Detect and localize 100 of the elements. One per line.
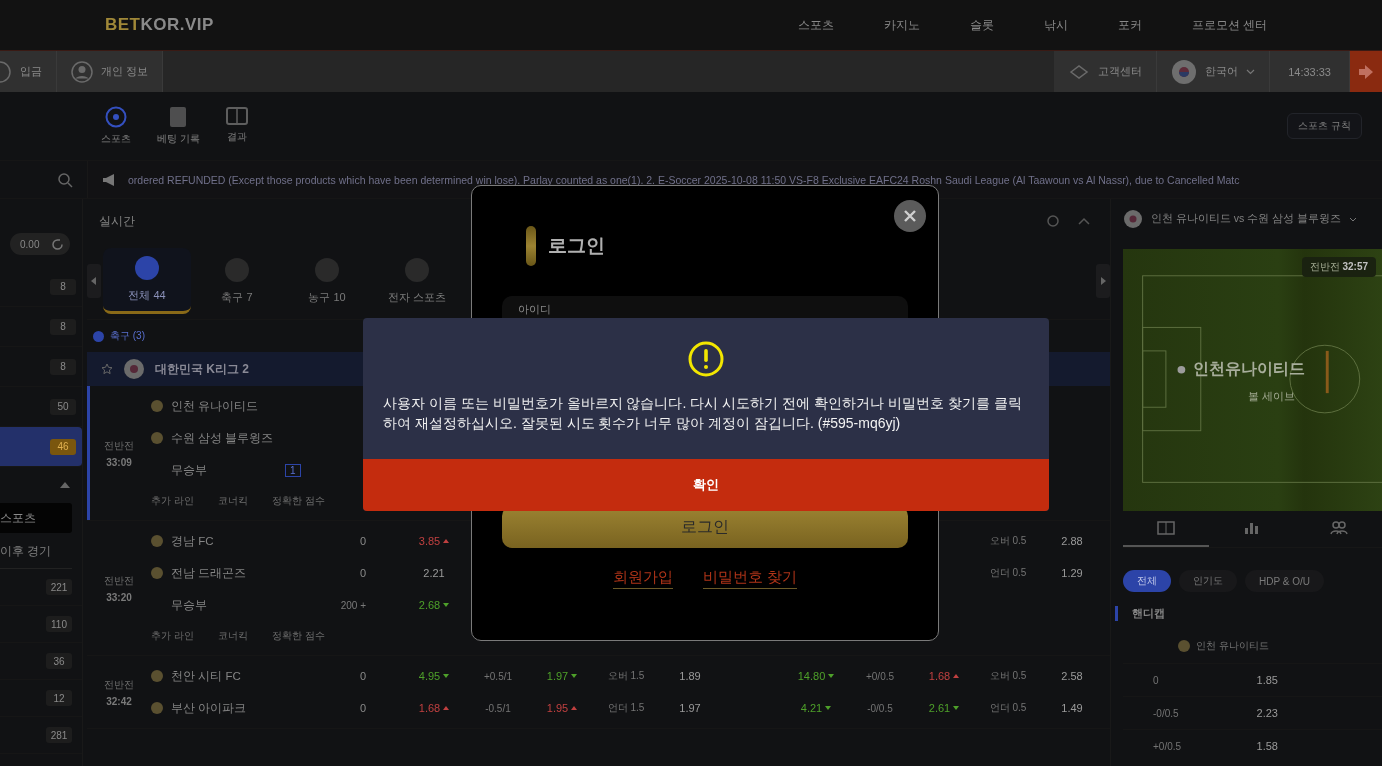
search-icon[interactable]: [57, 171, 73, 188]
sidebar-item[interactable]: 8: [0, 307, 82, 347]
count-badge: 1: [285, 463, 301, 477]
score-text: 0: [359, 567, 366, 579]
caret-up-icon[interactable]: [1078, 217, 1090, 225]
line-label: 오버 0.5: [988, 534, 1028, 548]
nav-link[interactable]: 포커: [1092, 16, 1167, 34]
account-button[interactable]: 개인 정보: [57, 51, 164, 92]
team-name: 전남 드래곤즈: [171, 565, 247, 581]
market-link[interactable]: 코너킥: [217, 494, 248, 508]
event-text: 볼 세이브: [1248, 389, 1296, 404]
team-crest-icon: [151, 432, 163, 444]
site-logo[interactable]: BETKOR.VIP: [105, 15, 214, 35]
sidebar-item[interactable]: 8: [0, 347, 82, 387]
esports-item[interactable]: 스포츠: [0, 503, 72, 533]
nav-link[interactable]: 카지노: [858, 16, 945, 34]
odds-cell[interactable]: 2.21: [402, 566, 466, 580]
flag-icon: [123, 358, 145, 380]
market-link[interactable]: 코너킥: [217, 629, 248, 643]
user-icon: [71, 60, 93, 83]
support-button[interactable]: 고객센터: [1054, 51, 1158, 92]
odds-row[interactable]: +0/0.5 1.58: [1123, 729, 1382, 762]
line-label: -0.5/1: [484, 701, 512, 715]
subnav-tab[interactable]: 베팅 기록: [151, 105, 206, 147]
scroll-right-button[interactable]: [1096, 264, 1110, 298]
score-text: 0: [359, 670, 366, 682]
warning-icon: [687, 340, 725, 378]
odds-cell[interactable]: 1.29: [1040, 566, 1104, 580]
nav-link[interactable]: 슬롯: [944, 16, 1019, 34]
odds-cell[interactable]: 4.21: [784, 701, 848, 715]
team-name: 경남 FC: [171, 533, 214, 549]
account-button[interactable]: 입금: [0, 51, 57, 92]
username-field[interactable]: 아이디: [502, 296, 908, 318]
odds-cell[interactable]: 1.49: [1040, 701, 1104, 715]
subnav-tab[interactable]: 스포츠: [95, 105, 137, 147]
odds-cell[interactable]: 1.68: [912, 669, 976, 683]
sports-rules-button[interactable]: 스포츠 규칙: [1287, 113, 1362, 139]
count-badge: 36: [46, 653, 72, 669]
balance-pill[interactable]: 0.00: [10, 233, 70, 255]
sidebar-item[interactable]: 8: [0, 267, 82, 307]
section-heading: 이후 경기: [0, 533, 72, 569]
text-link[interactable]: 비밀번호 찾기: [702, 568, 798, 589]
odds-row[interactable]: 0 1.85: [1123, 663, 1382, 696]
match-selector[interactable]: 인천 유나이티드 vs 수원 삼성 블루윙즈: [1123, 199, 1382, 239]
match-time: 전반전 33:09: [103, 438, 135, 470]
odds-cell[interactable]: 1.89: [658, 669, 722, 683]
draw-label: 무승부: [171, 597, 207, 613]
more-markets-link[interactable]: 200 +: [340, 599, 366, 611]
nav-link[interactable]: 프로모션 센터: [1166, 16, 1292, 34]
odds-cell[interactable]: 1.97: [658, 701, 722, 715]
score-text: 0: [359, 702, 366, 714]
sport-tab[interactable]: 축구 7: [193, 248, 281, 314]
sport-tab[interactable]: 전자 스포츠: [373, 248, 461, 314]
odds-cell[interactable]: 4.95: [402, 669, 466, 683]
line-label: 언더 1.5: [606, 701, 646, 715]
flag-icon: [1171, 58, 1198, 85]
count-badge: 221: [46, 579, 72, 595]
team-crest-icon: [151, 670, 163, 682]
market-link[interactable]: 추가 라인: [151, 629, 194, 643]
caret-up-icon[interactable]: [60, 482, 70, 488]
ticker-text: ordered REFUNDED (Except those products which have been determined win lose). Parlay counted as one(1). 2. E-Soccer 2025-10-08 11:50 VS-F8 Exclusive EAFC24 Roshn Saudi League (Al Taawoun vs Al Nassr), due to Cancelled Matc: [128, 173, 1240, 186]
sidebar-item[interactable]: 46: [0, 427, 82, 467]
market-link[interactable]: 추가 라인: [151, 494, 194, 508]
odds-cell[interactable]: 2.58: [1040, 669, 1104, 683]
line-label: 언더 0.5: [988, 566, 1028, 580]
market-link[interactable]: 정확한 점수: [271, 494, 325, 508]
odds-cell[interactable]: 1.95: [530, 701, 594, 715]
odds-cell[interactable]: 1.97: [530, 669, 594, 683]
text-link[interactable]: 회원가입: [612, 568, 673, 589]
section-title: 실시간: [99, 212, 135, 230]
odds-row[interactable]: -0/0.5 2.23: [1123, 696, 1382, 729]
odds-cell[interactable]: 1.68: [402, 701, 466, 715]
count-badge: 281: [46, 727, 72, 743]
odds-cell[interactable]: 3.85: [402, 534, 466, 548]
team-crest-icon: [151, 535, 163, 547]
subnav-tab[interactable]: 결과: [219, 105, 254, 147]
ball-icon: [105, 106, 127, 128]
filter-pill[interactable]: 전체: [1123, 570, 1171, 592]
close-button[interactable]: [894, 200, 926, 232]
line-label: -0/0.5: [866, 701, 894, 715]
odds-cell[interactable]: 2.88: [1040, 534, 1104, 548]
odds-cell[interactable]: 2.61: [912, 701, 976, 715]
odds-cell[interactable]: 14.80: [784, 669, 848, 683]
count-badge: 110: [46, 616, 72, 632]
logout-button[interactable]: [1350, 51, 1382, 92]
sport-tab[interactable]: 농구 10: [283, 248, 371, 314]
odds-cell[interactable]: 2.68: [402, 599, 466, 611]
language-selector[interactable]: 한국어: [1157, 51, 1271, 92]
board-icon: [225, 106, 248, 126]
market-link[interactable]: 정확한 점수: [271, 629, 325, 643]
nav-link[interactable]: 스포츠: [772, 16, 859, 34]
team-name: 인천 유나이티드: [1196, 639, 1269, 653]
sport-tab[interactable]: 전체 44: [103, 248, 191, 314]
scroll-left-button[interactable]: [87, 264, 101, 298]
confirm-button[interactable]: 확인: [363, 459, 1049, 511]
nav-link[interactable]: 낚시: [1018, 16, 1093, 34]
count-badge: 8: [50, 358, 76, 375]
filter-pill[interactable]: HDP & O/U: [1245, 570, 1324, 592]
filter-pill[interactable]: 인기도: [1179, 570, 1237, 592]
star-icon[interactable]: [101, 363, 113, 375]
